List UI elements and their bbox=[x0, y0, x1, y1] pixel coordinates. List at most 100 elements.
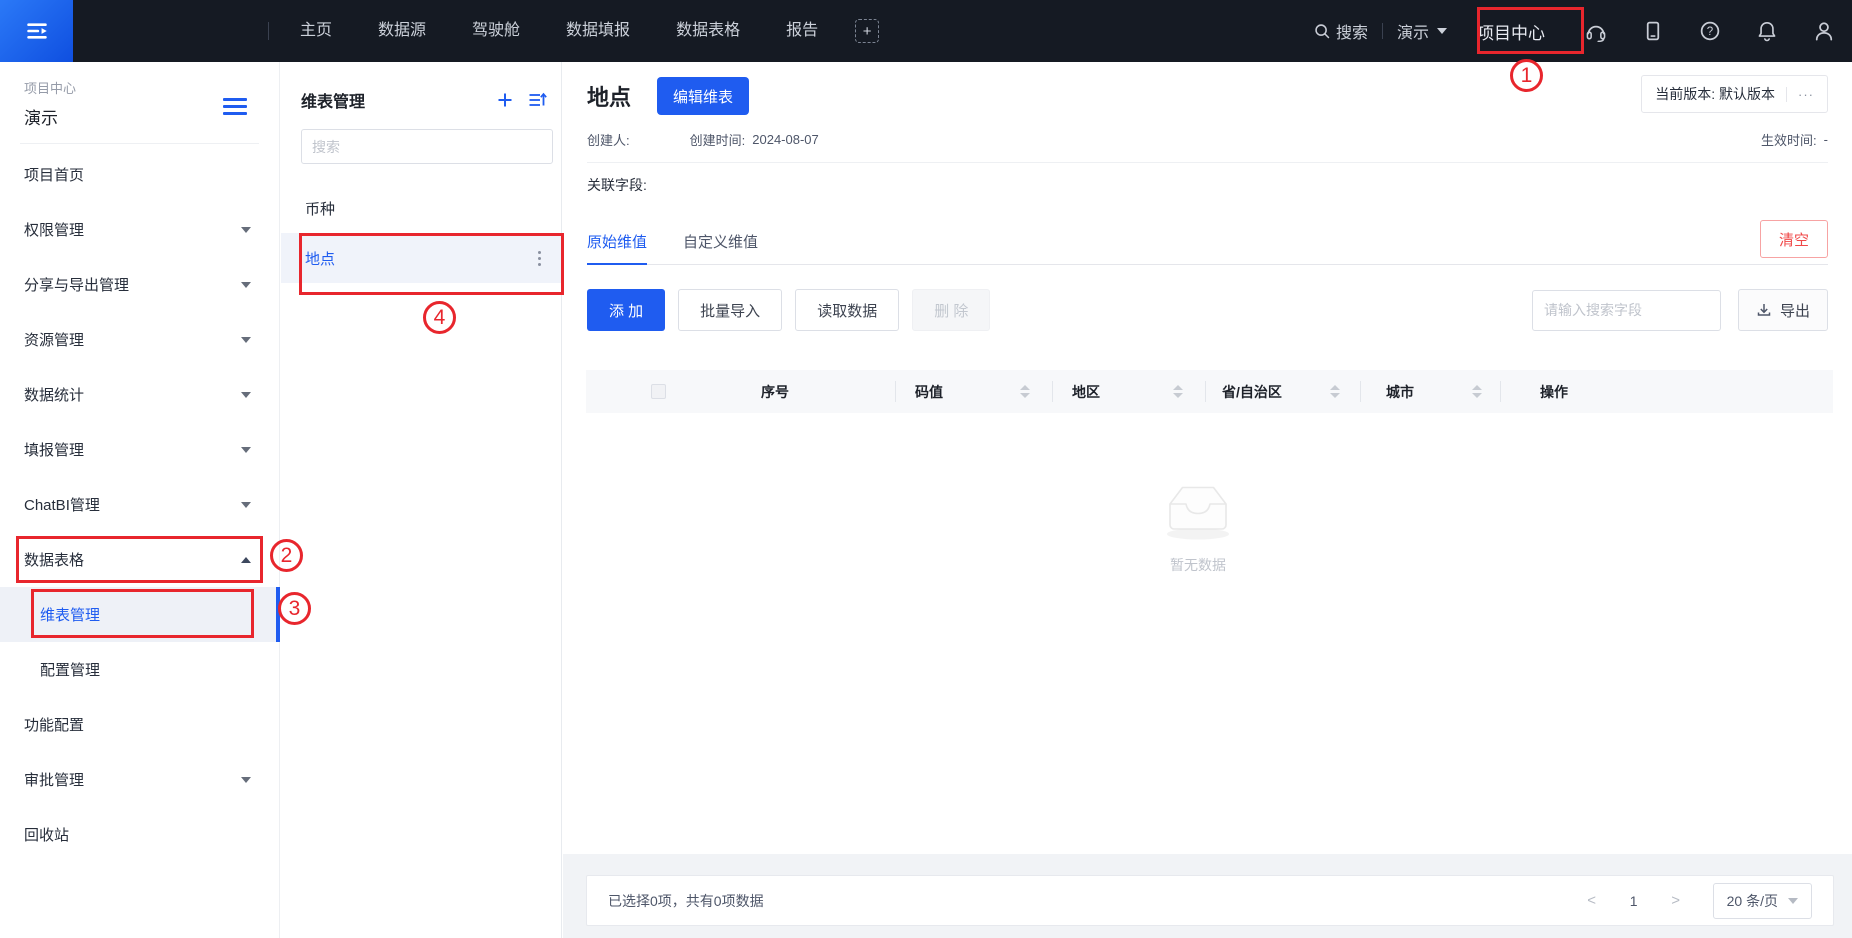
sort-icon[interactable] bbox=[1472, 385, 1482, 398]
bulk-import-button[interactable]: 批量导入 bbox=[678, 289, 782, 331]
workspace-label: 演示 bbox=[1397, 19, 1429, 43]
export-button[interactable]: 导出 bbox=[1738, 289, 1828, 331]
select-all-checkbox[interactable] bbox=[651, 384, 666, 399]
column-header: 城市 bbox=[1386, 382, 1414, 402]
help-icon[interactable]: ? bbox=[1699, 20, 1721, 42]
add-module-button[interactable]: + bbox=[855, 19, 879, 43]
dim-table-list: 币种 地点 bbox=[281, 183, 561, 283]
add-dim-table-icon[interactable] bbox=[495, 90, 515, 110]
search-label: 搜索 bbox=[1336, 19, 1368, 43]
next-page-button[interactable]: > bbox=[1661, 892, 1691, 909]
more-actions-icon[interactable] bbox=[538, 251, 541, 266]
more-versions-icon[interactable]: ··· bbox=[1798, 87, 1814, 102]
chevron-down-icon bbox=[241, 227, 251, 233]
column-header: 序号 bbox=[761, 382, 789, 402]
version-selector[interactable]: 当前版本: 默认版本 ··· bbox=[1641, 75, 1828, 113]
divider bbox=[587, 162, 1828, 163]
support-headset-icon[interactable] bbox=[1585, 20, 1607, 42]
selection-summary: 已选择0项，共有0项数据 bbox=[608, 891, 764, 911]
top-navbar: 主页 数据源 驾驶舱 数据填报 数据表格 报告 + 搜索 演示 项目中心 bbox=[0, 0, 1852, 62]
svg-text:?: ? bbox=[1707, 26, 1713, 38]
sidebar-item-permissions[interactable]: 权限管理 bbox=[0, 202, 279, 257]
user-avatar-icon[interactable] bbox=[1813, 20, 1835, 42]
sort-icon[interactable] bbox=[1020, 385, 1030, 398]
column-header: 地区 bbox=[1072, 382, 1100, 402]
sidebar-item-chatbi[interactable]: ChatBI管理 bbox=[0, 477, 279, 532]
sidebar-item-config-mgmt[interactable]: 配置管理 bbox=[0, 642, 279, 697]
sidebar-header: 项目中心 演示 bbox=[0, 62, 279, 129]
empty-state: 暂无数据 bbox=[563, 474, 1833, 575]
add-button[interactable]: 添 加 bbox=[587, 289, 665, 331]
sidebar-item-resources[interactable]: 资源管理 bbox=[0, 312, 279, 367]
nav-item-report[interactable]: 报告 bbox=[763, 0, 841, 62]
field-search-input[interactable] bbox=[1532, 290, 1721, 331]
edit-dim-table-button[interactable]: 编辑维表 bbox=[657, 77, 749, 115]
divider bbox=[1786, 87, 1787, 102]
sidebar-item-function-config[interactable]: 功能配置 bbox=[0, 697, 279, 752]
created-time-value: 2024-08-07 bbox=[752, 132, 819, 147]
tab-original-values[interactable]: 原始维值 bbox=[587, 219, 647, 265]
project-center-button[interactable]: 项目中心 bbox=[1477, 19, 1545, 44]
sort-icon[interactable] bbox=[1330, 385, 1340, 398]
global-search-button[interactable]: 搜索 bbox=[1313, 19, 1368, 43]
menu-collapse-icon bbox=[24, 18, 50, 44]
page-title: 地点 bbox=[587, 80, 631, 112]
panel-header: 维表管理 bbox=[281, 62, 561, 112]
download-icon bbox=[1756, 302, 1772, 318]
prev-page-button[interactable]: < bbox=[1577, 892, 1607, 909]
main-content: 地点 编辑维表 当前版本: 默认版本 ··· 创建人: 创建时间: 2024-0… bbox=[563, 62, 1852, 938]
page-size-select[interactable]: 20 条/页 bbox=[1713, 883, 1812, 919]
nav-item-home[interactable]: 主页 bbox=[277, 0, 355, 62]
mobile-device-icon[interactable] bbox=[1642, 20, 1664, 42]
sidebar-item-data-stats[interactable]: 数据统计 bbox=[0, 367, 279, 422]
navbar-divider bbox=[1382, 23, 1383, 39]
nav-item-datasource[interactable]: 数据源 bbox=[355, 0, 449, 62]
list-item-currency[interactable]: 币种 bbox=[281, 183, 561, 233]
sort-list-icon[interactable] bbox=[527, 90, 547, 110]
panel-search-input[interactable] bbox=[301, 129, 553, 164]
chevron-down-icon bbox=[241, 777, 251, 783]
pagination: < 1 > 20 条/页 bbox=[1577, 883, 1812, 919]
project-center-label: 项目中心 bbox=[24, 78, 279, 97]
panel-actions bbox=[495, 90, 547, 110]
sidebar-item-data-table[interactable]: 数据表格 bbox=[0, 532, 279, 587]
chevron-down-icon bbox=[241, 282, 251, 288]
nav-item-datatable[interactable]: 数据表格 bbox=[653, 0, 763, 62]
delete-button[interactable]: 删 除 bbox=[912, 289, 990, 331]
current-page[interactable]: 1 bbox=[1619, 893, 1649, 909]
column-header: 码值 bbox=[915, 382, 943, 402]
table-toolbar: 添 加 批量导入 读取数据 删 除 导出 bbox=[587, 289, 1828, 331]
sidebar: 项目中心 演示 项目首页 权限管理 分享与导出管理 资源管理 数据统计 填报管理… bbox=[0, 62, 280, 938]
empty-text: 暂无数据 bbox=[1170, 555, 1226, 575]
sort-icon[interactable] bbox=[1173, 385, 1183, 398]
navbar-divider bbox=[268, 22, 269, 40]
sidebar-divider bbox=[20, 143, 259, 144]
nav-item-dashboard[interactable]: 驾驶舱 bbox=[449, 0, 543, 62]
sidebar-collapse-icon[interactable] bbox=[223, 98, 247, 119]
panel-title: 维表管理 bbox=[301, 88, 365, 112]
current-version-label: 当前版本: 默认版本 bbox=[1655, 84, 1775, 104]
sidebar-item-share-export[interactable]: 分享与导出管理 bbox=[0, 257, 279, 312]
clear-button[interactable]: 清空 bbox=[1760, 220, 1828, 258]
workspace-dropdown[interactable]: 演示 bbox=[1397, 19, 1447, 43]
sidebar-item-dim-table-mgmt[interactable]: 维表管理 bbox=[0, 587, 279, 642]
sidebar-item-recycle-bin[interactable]: 回收站 bbox=[0, 807, 279, 862]
table-header-row: 序号 码值 地区 省/自治区 城市 操作 bbox=[586, 370, 1833, 413]
sidebar-menu: 项目首页 权限管理 分享与导出管理 资源管理 数据统计 填报管理 ChatBI管… bbox=[0, 147, 279, 862]
related-fields-label: 关联字段: bbox=[587, 175, 1828, 197]
app-logo[interactable] bbox=[0, 0, 73, 62]
chevron-down-icon bbox=[241, 392, 251, 398]
notification-bell-icon[interactable] bbox=[1756, 20, 1778, 42]
tab-custom-values[interactable]: 自定义维值 bbox=[683, 219, 758, 265]
value-tabs: 原始维值 自定义维值 清空 bbox=[587, 219, 1828, 265]
topnav-right: 搜索 演示 项目中心 bbox=[1313, 19, 1852, 44]
sidebar-item-project-home[interactable]: 项目首页 bbox=[0, 147, 279, 202]
sidebar-item-fill-mgmt[interactable]: 填报管理 bbox=[0, 422, 279, 477]
read-data-button[interactable]: 读取数据 bbox=[795, 289, 899, 331]
chevron-down-icon bbox=[241, 337, 251, 343]
list-item-location[interactable]: 地点 bbox=[281, 233, 561, 283]
dim-table-panel: 维表管理 bbox=[281, 62, 562, 938]
created-time-label: 创建时间: bbox=[690, 130, 746, 149]
nav-item-datafill[interactable]: 数据填报 bbox=[543, 0, 653, 62]
sidebar-item-approval-mgmt[interactable]: 审批管理 bbox=[0, 752, 279, 807]
